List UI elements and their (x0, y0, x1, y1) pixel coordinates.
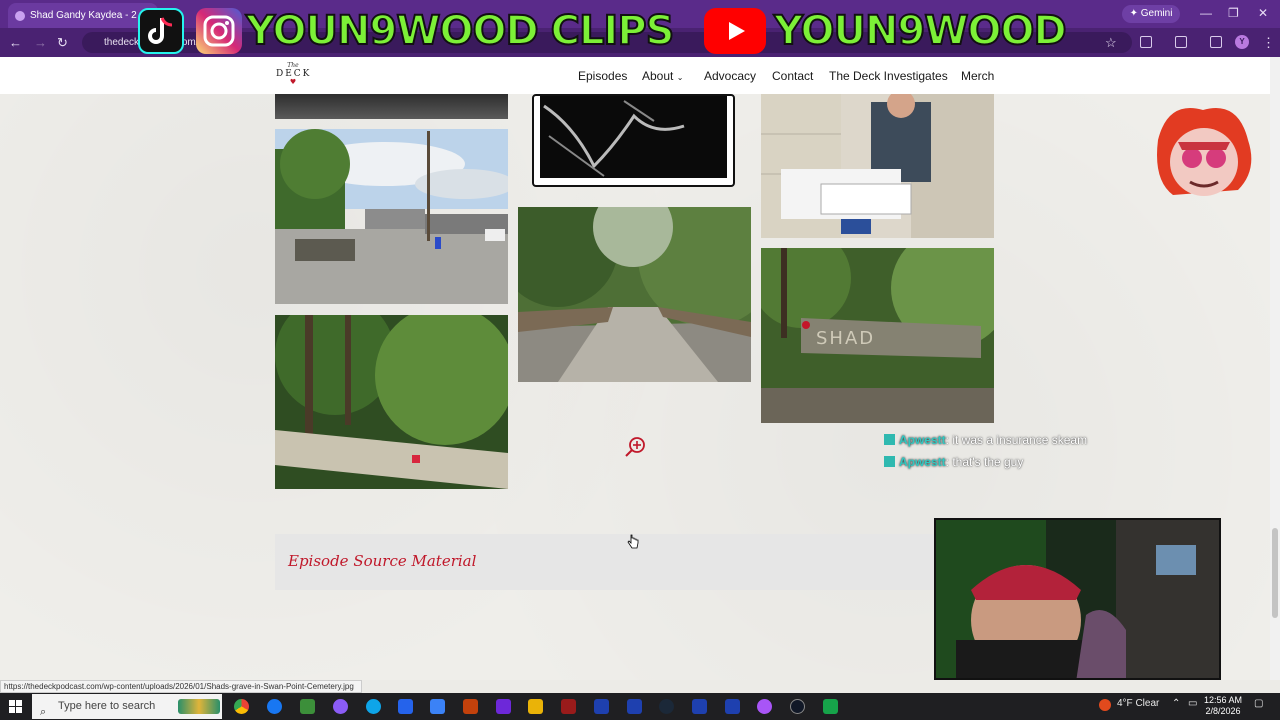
site-logo[interactable]: The DECK ♥ (276, 62, 310, 90)
close-icon[interactable]: ✕ (1258, 6, 1268, 20)
site-header (0, 57, 1270, 94)
nav-the-deck-investigates[interactable]: The Deck Investigates (829, 69, 948, 83)
overlay-text-right: YOUN9WOOD (773, 7, 1068, 55)
chat-badge-icon (884, 456, 895, 467)
browser-menu-icon[interactable]: ⋮ (1262, 35, 1275, 51)
gallery-photo-path[interactable] (518, 207, 751, 382)
chat-username: Apwestt (899, 455, 946, 469)
gemini-button[interactable]: ✦ Gemini (1122, 5, 1180, 23)
copilot-icon[interactable] (333, 699, 348, 714)
edge-icon[interactable] (366, 699, 381, 714)
hand-cursor-icon (627, 534, 639, 549)
heart-icon: ♥ (289, 78, 297, 86)
chat-badge-icon (884, 434, 895, 445)
store-icon[interactable] (398, 699, 413, 714)
nav-advocacy[interactable]: Advocacy (704, 69, 756, 83)
search-icon: ⌕ (40, 706, 47, 718)
sidepanel-icon[interactable] (1175, 36, 1187, 48)
taskbar-clock[interactable]: 12:56 AM 2/8/2026 (1204, 695, 1242, 717)
tiktok-icon (138, 8, 184, 54)
nav-episodes[interactable]: Episodes (578, 69, 627, 83)
forward-icon[interactable]: → (34, 35, 47, 50)
youtube-icon (704, 8, 766, 54)
steam-icon[interactable] (659, 699, 674, 714)
overlay-text-left: YOUN9WOOD CLIPS (245, 7, 675, 55)
clock-date: 2/8/2026 (1205, 706, 1241, 716)
gallery-photo[interactable] (275, 94, 508, 119)
window-app-icon[interactable] (725, 699, 740, 714)
downloads-icon[interactable] (1210, 36, 1222, 48)
chat-app-icon[interactable] (823, 699, 838, 714)
weather-icon[interactable] (1099, 699, 1111, 711)
chat-text: : it was a insurance skeam (945, 433, 1088, 447)
nav-about[interactable]: About ⌄ (642, 69, 683, 83)
obs-icon[interactable] (496, 699, 511, 714)
site-favicon-icon (15, 11, 25, 21)
chevron-down-icon: ⌄ (676, 73, 684, 82)
chat-message: Apwestt: it was a insurance skeam (884, 433, 1087, 447)
minecraft-icon[interactable] (300, 699, 315, 714)
game-app-icon[interactable] (463, 699, 478, 714)
svg-text:SHAD: SHAD (816, 328, 875, 349)
window-app-icon[interactable] (627, 699, 642, 714)
network-icon[interactable]: ▭ (1188, 698, 1197, 709)
search-highlight-icon (178, 699, 220, 714)
nav-merch[interactable]: Merch (961, 69, 994, 83)
source-material-title: Episode Source Material (288, 552, 477, 570)
nav-about-label: About (642, 69, 674, 83)
chevron-up-icon[interactable]: ⌃ (1172, 698, 1180, 709)
gemini-label: Gemini (1140, 8, 1173, 19)
scrollbar-thumb[interactable] (1272, 528, 1278, 618)
gallery-photo-shad-bench[interactable]: SHAD (761, 248, 994, 423)
webcam-feed (934, 518, 1221, 680)
chat-username: Apwestt (899, 433, 946, 447)
profile-avatar[interactable]: Y (1235, 35, 1249, 49)
maximize-icon[interactable]: ❐ (1228, 6, 1239, 20)
gallery-photo-officer-files[interactable] (761, 94, 994, 238)
streamer-mascot-image (1157, 108, 1252, 196)
window-app-icon[interactable] (594, 699, 609, 714)
discord-icon[interactable] (757, 699, 772, 714)
back-icon[interactable]: ← (9, 35, 22, 50)
logo-small-text: The (287, 62, 299, 69)
gallery-photo-street[interactable] (275, 129, 508, 304)
media-app-icon[interactable] (561, 699, 576, 714)
bookmark-star-icon[interactable]: ☆ (1105, 35, 1117, 51)
gallery-photo-bw-document[interactable] (532, 94, 735, 187)
zoom-in-icon[interactable] (624, 436, 646, 458)
chat-text: : that's the guy (945, 455, 1024, 469)
browser-tab[interactable]: Shad Gandy Kaydea - 2 of Spa (8, 3, 158, 28)
chat-message: Apwestt: that's the guy (884, 455, 1023, 469)
mail-icon[interactable] (430, 699, 445, 714)
weather-text[interactable]: 4°F Clear (1117, 698, 1159, 709)
file-explorer-icon[interactable] (528, 699, 543, 714)
window-app-icon[interactable] (692, 699, 707, 714)
windows-start-icon[interactable] (9, 700, 22, 713)
minimize-icon[interactable]: — (1200, 6, 1212, 20)
facebook-icon[interactable] (267, 699, 282, 714)
instagram-icon (196, 8, 242, 54)
refresh-icon[interactable]: ↻ (57, 35, 68, 51)
gallery-photo-woods-rail[interactable] (275, 315, 508, 489)
extensions-icon[interactable] (1140, 36, 1152, 48)
chrome-icon[interactable] (234, 699, 249, 714)
stream-overlay-banner: YOUN9WOOD CLIPS YOUN9WOOD (138, 2, 1088, 58)
browser-app-icon[interactable] (790, 699, 805, 714)
notification-icon[interactable]: ▢ (1254, 698, 1263, 709)
nav-contact[interactable]: Contact (772, 69, 813, 83)
link-status-bar: https://thedeckpodcast.com/wp-content/up… (0, 680, 362, 693)
search-placeholder: Type here to search (58, 700, 156, 712)
clock-time: 12:56 AM (1204, 695, 1243, 705)
